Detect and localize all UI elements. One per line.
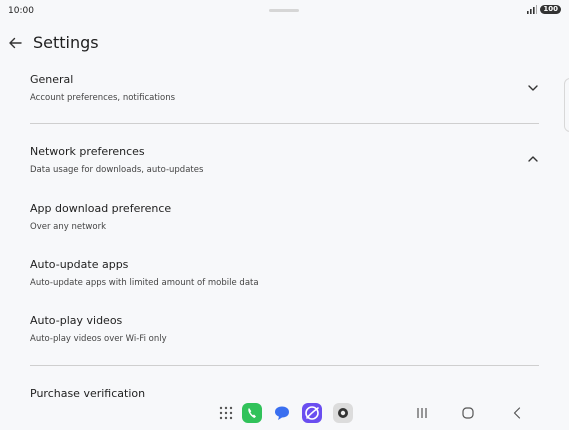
section-network-preferences[interactable]: Network preferences Data usage for downl…	[30, 145, 545, 176]
setting-auto-update-apps[interactable]: Auto-update apps Auto-update apps with l…	[30, 258, 545, 289]
setting-title: Auto-update apps	[30, 258, 129, 271]
status-time: 10:00	[8, 6, 34, 16]
top-app-bar: Settings	[0, 30, 569, 58]
divider	[30, 365, 539, 366]
phone-app-icon[interactable]	[241, 402, 263, 424]
divider	[30, 123, 539, 124]
section-network-subtitle: Data usage for downloads, auto-updates	[30, 165, 204, 175]
battery-icon: 100	[540, 5, 561, 14]
chevron-down-icon[interactable]	[526, 81, 540, 95]
home-icon[interactable]	[457, 402, 479, 424]
page-title: Settings	[33, 33, 99, 52]
setting-value: Auto-play videos over Wi-Fi only	[30, 334, 167, 344]
setting-value: Over any network	[30, 222, 106, 232]
app-drawer-icon[interactable]	[215, 402, 237, 424]
camera-app-icon[interactable]	[332, 402, 354, 424]
section-network-title: Network preferences	[30, 145, 145, 158]
back-nav-icon[interactable]	[506, 402, 528, 424]
internet-app-icon[interactable]	[301, 402, 323, 424]
section-general-title: General	[30, 73, 74, 86]
setting-auto-play-videos[interactable]: Auto-play videos Auto-play videos over W…	[30, 314, 545, 345]
setting-value: Auto-update apps with limited amount of …	[30, 278, 259, 288]
signal-icon	[527, 5, 538, 14]
chevron-up-icon[interactable]	[526, 152, 540, 166]
side-scroll-handle[interactable]	[564, 78, 569, 132]
messages-app-icon[interactable]	[271, 402, 293, 424]
section-general-subtitle: Account preferences, notifications	[30, 93, 176, 103]
setting-app-download-preference[interactable]: App download preference Over any network	[30, 202, 545, 233]
recents-icon[interactable]	[411, 402, 433, 424]
setting-title: App download preference	[30, 202, 172, 215]
navigation-bar	[0, 398, 569, 430]
section-general[interactable]: General Account preferences, notificatio…	[30, 73, 545, 104]
status-bar: 10:00 100	[0, 0, 569, 22]
status-icons: 100	[527, 5, 561, 14]
drag-handle[interactable]	[269, 9, 299, 12]
setting-title: Auto-play videos	[30, 314, 123, 327]
back-arrow-icon[interactable]	[6, 34, 24, 52]
